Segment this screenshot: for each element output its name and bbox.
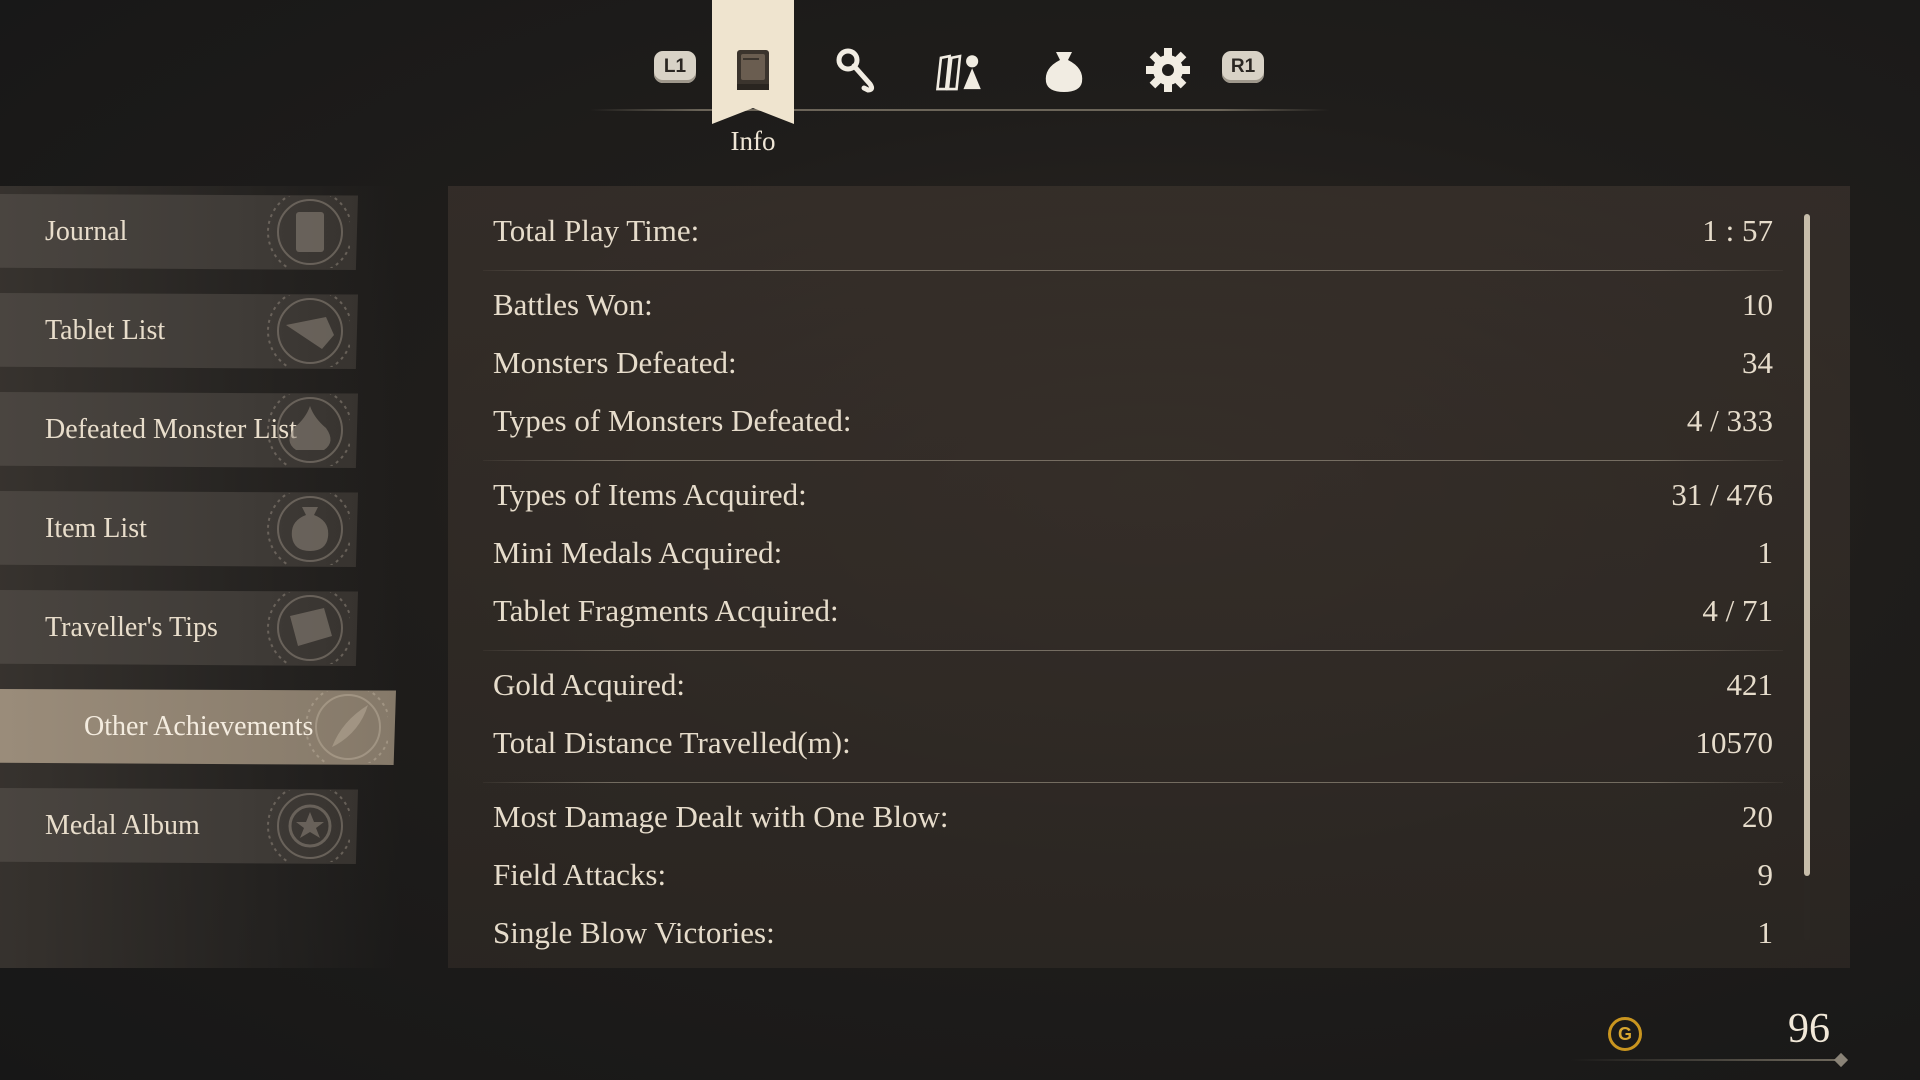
scrollbar-thumb[interactable] <box>1804 214 1810 876</box>
stat-row: Total Play Time: 1 : 57 <box>493 213 1773 263</box>
gold-underline-ornament <box>1833 1052 1849 1068</box>
scroll-icon <box>267 592 350 664</box>
stat-value: 1 <box>1757 915 1774 950</box>
stat-label: Monsters Defeated: <box>493 345 737 380</box>
stat-label: Single Blow Victories: <box>493 915 775 950</box>
sidebar-item-label: Traveller's Tips <box>45 612 218 643</box>
stat-row: Types of Items Acquired: 31 / 476 <box>493 477 1773 527</box>
stat-row: Most Damage Dealt with One Blow: 20 <box>493 799 1773 849</box>
tab-bar-divider <box>590 109 1330 111</box>
stat-label: Mini Medals Acquired: <box>493 535 783 570</box>
slime-icon <box>267 394 350 466</box>
stat-row: Total Distance Travelled(m): 10570 <box>493 725 1773 775</box>
sidebar-item-label: Medal Album <box>45 810 200 841</box>
active-tab-caption: Info <box>730 126 776 156</box>
stat-row: Battles Won: 10 <box>493 287 1773 337</box>
book-icon <box>737 50 769 90</box>
stat-value: 1 : 57 <box>1702 213 1773 248</box>
sidebar-item-medal-album[interactable]: Medal Album <box>0 788 358 864</box>
gold-counter: G 96 <box>1570 1005 1850 1068</box>
tablet-icon <box>267 295 350 367</box>
sidebar: Journal Tablet List Defeated Monster Lis… <box>0 186 400 968</box>
stat-label: Types of Monsters Defeated: <box>493 403 852 438</box>
sidebar-item-label: Tablet List <box>45 315 166 346</box>
bag-icon <box>1045 52 1083 92</box>
tab-party[interactable] <box>930 45 990 95</box>
stat-label: Battles Won: <box>493 287 653 322</box>
stat-value: 31 / 476 <box>1671 477 1773 512</box>
stat-label: Gold Acquired: <box>493 667 685 702</box>
stat-label: Most Damage Dealt with One Blow: <box>493 799 949 834</box>
stat-row: Field Attacks: 9 <box>493 857 1773 907</box>
book-icon <box>267 196 350 268</box>
stat-value: 10570 <box>1695 725 1774 760</box>
stat-value: 10 <box>1742 287 1773 322</box>
sidebar-item-label: Journal <box>45 216 128 247</box>
magic-staff-icon <box>836 48 875 93</box>
stat-label: Field Attacks: <box>493 857 667 892</box>
sidebar-item-item-list[interactable]: Item List <box>0 491 358 567</box>
sidebar-item-other-achievements[interactable]: Other Achievements <box>0 689 396 765</box>
medal-icon <box>267 790 350 862</box>
sidebar-item-tablet-list[interactable]: Tablet List <box>0 293 358 369</box>
stat-row: Gold Acquired: 421 <box>493 667 1773 717</box>
gear-icon <box>1146 48 1190 92</box>
gold-underline <box>1570 1059 1842 1061</box>
r1-shoulder-button[interactable]: R1 <box>1222 51 1264 83</box>
tab-settings[interactable] <box>1138 45 1198 95</box>
stat-row: Monsters Defeated: 34 <box>493 345 1773 395</box>
tab-spells[interactable] <box>826 45 886 95</box>
sidebar-item-defeated-monster-list[interactable]: Defeated Monster List <box>0 392 358 468</box>
stat-row: Mini Medals Acquired: 1 <box>493 535 1773 585</box>
section-divider <box>483 782 1783 783</box>
sidebar-item-travellers-tips[interactable]: Traveller's Tips <box>0 590 358 666</box>
achievements-panel: Total Play Time: 1 : 57 Battles Won: 10 … <box>448 186 1850 968</box>
l1-shoulder-button[interactable]: L1 <box>654 51 696 83</box>
stat-row: Tablet Fragments Acquired: 4 / 71 <box>493 593 1773 643</box>
sidebar-item-label: Item List <box>45 513 147 544</box>
section-divider <box>483 650 1783 651</box>
stat-label: Types of Items Acquired: <box>493 477 807 512</box>
stat-value: 4 / 333 <box>1686 403 1773 438</box>
stat-value: 9 <box>1757 857 1774 892</box>
stat-label: Total Distance Travelled(m): <box>493 725 851 760</box>
gold-coin-icon: G <box>1608 1017 1642 1051</box>
sidebar-item-journal[interactable]: Journal <box>0 194 358 270</box>
stat-value: 20 <box>1742 799 1773 834</box>
stat-value: 1 <box>1757 535 1774 570</box>
section-divider <box>483 270 1783 271</box>
tab-items[interactable] <box>1034 45 1094 95</box>
bag-icon <box>267 493 350 565</box>
stat-label: Tablet Fragments Acquired: <box>493 593 839 628</box>
stat-row: Types of Monsters Defeated: 4 / 333 <box>493 403 1773 453</box>
gold-amount: 96 <box>1788 1006 1830 1052</box>
tab-info[interactable] <box>723 45 783 95</box>
section-divider <box>483 460 1783 461</box>
stat-row: Single Blow Victories: 1 <box>493 915 1773 965</box>
stat-value: 421 <box>1726 667 1774 702</box>
top-tab-bar: L1 R1 Info <box>0 0 1920 170</box>
stat-value: 34 <box>1742 345 1773 380</box>
stat-value: 4 / 71 <box>1702 593 1773 628</box>
party-icon <box>936 54 981 91</box>
quill-icon <box>305 691 388 763</box>
stat-label: Total Play Time: <box>493 213 700 248</box>
